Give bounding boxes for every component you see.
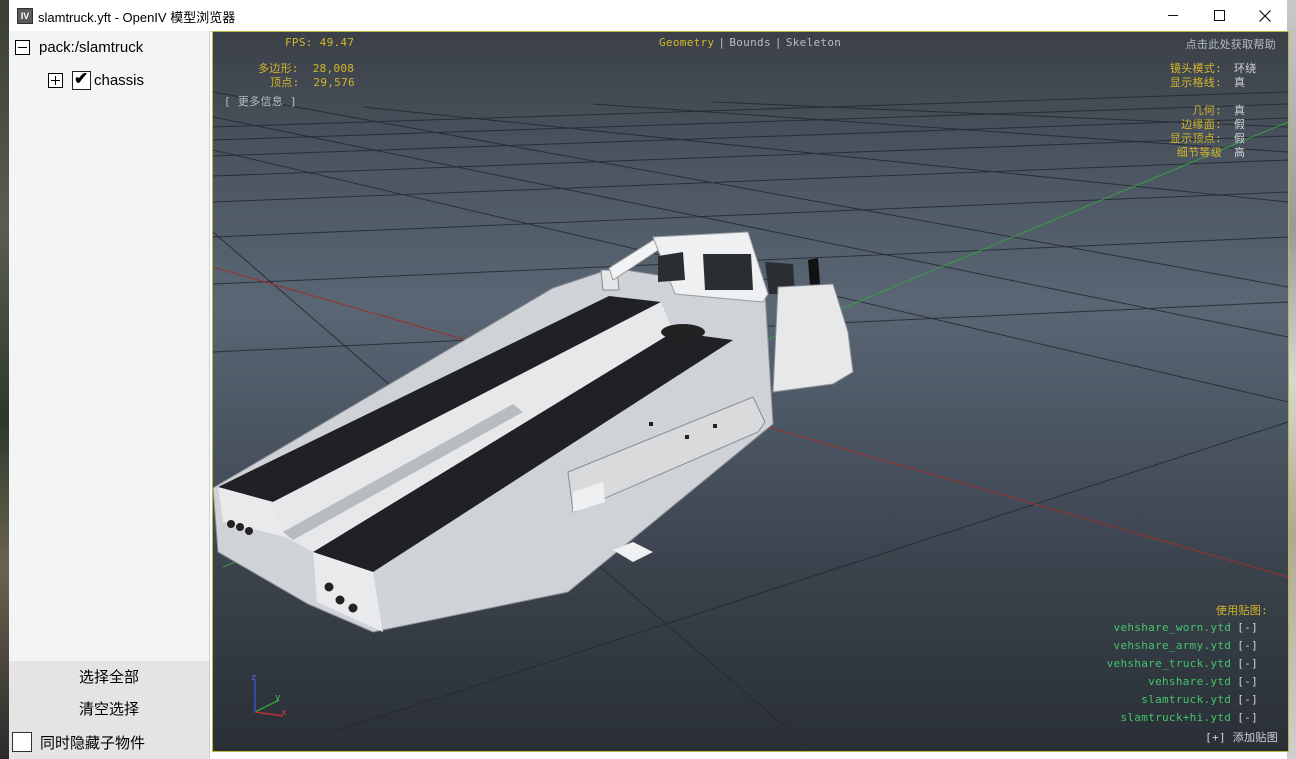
model-tree-panel: pack:/slamtruck ✔ chassis 选择全部 清空选择 同时隐藏…	[9, 31, 210, 759]
axis-x-label: x	[281, 708, 287, 718]
tree-item-chassis[interactable]: ✔ chassis	[48, 69, 145, 90]
close-icon	[1259, 9, 1271, 22]
window-title: slamtruck.yft - OpenIV 模型浏览器	[38, 10, 236, 25]
axis-z-label: z	[251, 673, 256, 683]
mode-bounds-tab[interactable]: Bounds	[729, 36, 771, 49]
remove-texture-button[interactable]: [-]	[1237, 711, 1258, 724]
remove-texture-button[interactable]: [-]	[1237, 675, 1258, 688]
mode-geometry-tab[interactable]: Geometry	[659, 36, 714, 49]
expand-icon[interactable]	[48, 73, 63, 88]
setting-show-grid[interactable]: 显示格线: 真	[1170, 74, 1258, 90]
texture-item[interactable]: vehshare.ytd [-]	[1148, 675, 1258, 688]
maximize-button[interactable]	[1196, 0, 1242, 31]
tree-item-root[interactable]: pack:/slamtruck	[15, 39, 143, 56]
textures-title: 使用贴图:	[1215, 604, 1268, 617]
texture-item[interactable]: vehshare_truck.ytd [-]	[1107, 657, 1258, 670]
texture-item[interactable]: slamtruck.ytd [-]	[1141, 693, 1258, 706]
slamtruck-model	[213, 231, 854, 633]
maximize-icon	[1213, 10, 1225, 21]
more-info-link[interactable]: [ 更多信息 ]	[224, 93, 297, 109]
openiv-app-icon: IV	[17, 8, 33, 24]
title-bar[interactable]: IV slamtruck.yft - OpenIV 模型浏览器	[9, 0, 1287, 32]
minimize-button[interactable]	[1150, 0, 1196, 31]
fps-readout: FPS: 49.47	[285, 36, 355, 49]
view-mode-tabs: Geometry | Bounds | Skeleton	[659, 36, 842, 49]
mode-skeleton-tab[interactable]: Skeleton	[786, 36, 841, 49]
clear-selection-button[interactable]: 清空选择	[9, 695, 209, 725]
texture-item[interactable]: vehshare_army.ytd [-]	[1114, 639, 1258, 652]
remove-texture-button[interactable]: [-]	[1237, 693, 1258, 706]
axis-y-label: y	[275, 693, 281, 703]
tree-item-label: chassis	[94, 72, 145, 89]
close-button[interactable]	[1242, 0, 1288, 31]
add-texture-button[interactable]: [+] 添加贴图	[1205, 729, 1278, 745]
setting-lod[interactable]: 细节等级高	[1177, 144, 1258, 160]
vertex-count: 顶点: 29,576	[270, 76, 355, 89]
minimize-icon	[1168, 15, 1178, 16]
collapse-icon[interactable]	[15, 40, 30, 55]
3d-viewport[interactable]: z y x FPS: 49.47 多边形: 28,008 顶点: 29,576 …	[212, 31, 1289, 752]
axis-gizmo: z y x	[251, 673, 287, 718]
select-all-button[interactable]: 选择全部	[9, 663, 209, 693]
hide-children-checkbox[interactable]	[12, 732, 32, 752]
desktop-background-left	[0, 0, 9, 759]
chassis-visibility-checkbox[interactable]: ✔	[72, 69, 91, 90]
remove-texture-button[interactable]: [-]	[1237, 657, 1258, 670]
tree-item-label: pack:/slamtruck	[39, 39, 144, 56]
texture-item[interactable]: slamtruck+hi.ytd [-]	[1120, 711, 1258, 724]
hide-children-option[interactable]: 同时隐藏子物件	[9, 725, 209, 759]
remove-texture-button[interactable]: [-]	[1237, 621, 1258, 634]
openiv-model-viewer-window: IV slamtruck.yft - OpenIV 模型浏览器 pack:/sl…	[9, 0, 1289, 759]
help-link[interactable]: 点击此处获取帮助	[1186, 36, 1276, 52]
texture-item[interactable]: vehshare_worn.ytd [-]	[1114, 621, 1258, 634]
remove-texture-button[interactable]: [-]	[1237, 639, 1258, 652]
hide-children-label: 同时隐藏子物件	[40, 734, 146, 752]
checkmark-icon: ✔	[74, 69, 89, 88]
